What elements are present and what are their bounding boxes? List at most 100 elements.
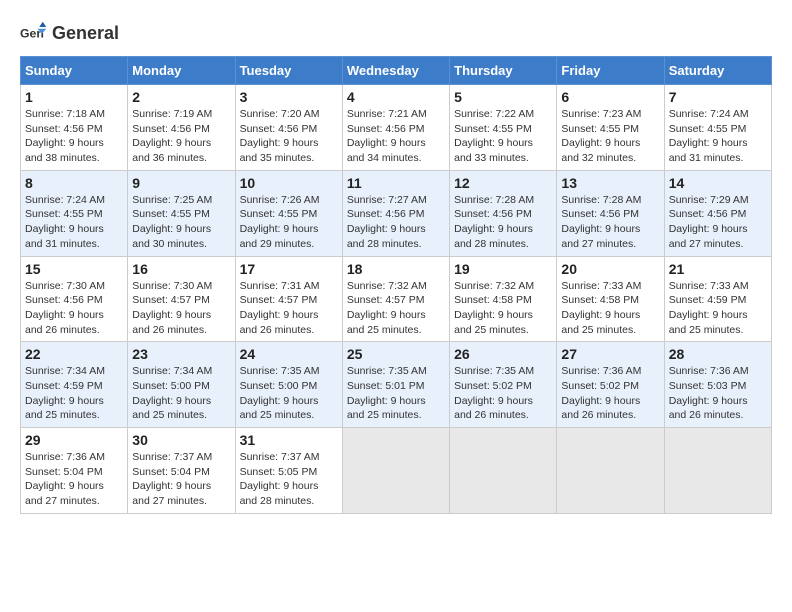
sunset-text: Sunset: 5:04 PM bbox=[25, 466, 103, 478]
day-number: 25 bbox=[347, 346, 445, 362]
daylight-label: Daylight: 9 hours and 27 minutes. bbox=[132, 480, 211, 507]
sunset-text: Sunset: 5:03 PM bbox=[669, 380, 747, 392]
sunrise-text: Sunrise: 7:23 AM bbox=[561, 108, 641, 120]
logo-icon: Gen bbox=[20, 20, 48, 48]
calendar-cell: 5Sunrise: 7:22 AMSunset: 4:55 PMDaylight… bbox=[450, 85, 557, 171]
sunrise-text: Sunrise: 7:24 AM bbox=[25, 194, 105, 206]
day-info: Sunrise: 7:35 AMSunset: 5:02 PMDaylight:… bbox=[454, 364, 552, 423]
calendar-cell: 15 Sunrise: 7:30 AM Sunset: 4:56 PM Dayligh… bbox=[21, 256, 128, 342]
day-info: Sunrise: 7:19 AMSunset: 4:56 PMDaylight:… bbox=[132, 107, 230, 166]
sunset-text: Sunset: 5:00 PM bbox=[240, 380, 318, 392]
calendar-cell: 20Sunrise: 7:33 AMSunset: 4:58 PMDayligh… bbox=[557, 256, 664, 342]
daylight-label: Daylight: 9 hours and 25 minutes. bbox=[454, 309, 533, 336]
logo: Gen General bbox=[20, 20, 119, 48]
sunset-text: Sunset: 4:55 PM bbox=[454, 123, 532, 135]
calendar-cell bbox=[557, 428, 664, 514]
sunset-text: Sunset: 4:56 PM bbox=[347, 123, 425, 135]
calendar-cell: 22Sunrise: 7:34 AMSunset: 4:59 PMDayligh… bbox=[21, 342, 128, 428]
sunset-text: Sunset: 4:56 PM bbox=[347, 208, 425, 220]
sunrise-text: Sunrise: 7:29 AM bbox=[669, 194, 749, 206]
sunset-text: Sunset: 4:58 PM bbox=[454, 294, 532, 306]
sunset-text: Sunset: 4:57 PM bbox=[240, 294, 318, 306]
day-number: 11 bbox=[347, 175, 445, 191]
calendar-cell: 18Sunrise: 7:32 AMSunset: 4:57 PMDayligh… bbox=[342, 256, 449, 342]
daylight-label: Daylight: 9 hours and 26 minutes. bbox=[561, 395, 640, 422]
sunrise-text: Sunrise: 7:27 AM bbox=[347, 194, 427, 206]
day-number: 3 bbox=[240, 89, 338, 105]
calendar-cell: 16Sunrise: 7:30 AMSunset: 4:57 PMDayligh… bbox=[128, 256, 235, 342]
daylight-label: Daylight: 9 hours and 36 minutes. bbox=[132, 137, 211, 164]
sunrise-text: Sunrise: 7:35 AM bbox=[240, 365, 320, 377]
calendar-cell: 19Sunrise: 7:32 AMSunset: 4:58 PMDayligh… bbox=[450, 256, 557, 342]
daylight-label: Daylight: 9 hours and 25 minutes. bbox=[240, 395, 319, 422]
sunrise-text: Sunrise: 7:26 AM bbox=[240, 194, 320, 206]
daylight-label: Daylight: 9 hours and 26 minutes. bbox=[25, 309, 104, 336]
day-number: 12 bbox=[454, 175, 552, 191]
day-info: Sunrise: 7:34 AMSunset: 5:00 PMDaylight:… bbox=[132, 364, 230, 423]
sunset-text: Sunset: 5:05 PM bbox=[240, 466, 318, 478]
sunset-text: Sunset: 4:56 PM bbox=[669, 208, 747, 220]
daylight-label: Daylight: 9 hours and 33 minutes. bbox=[454, 137, 533, 164]
day-info: Sunrise: 7:25 AMSunset: 4:55 PMDaylight:… bbox=[132, 193, 230, 252]
sunrise-text: Sunrise: 7:19 AM bbox=[132, 108, 212, 120]
day-number: 22 bbox=[25, 346, 123, 362]
sunrise-text: Sunrise: 7:33 AM bbox=[561, 280, 641, 292]
logo-text: General bbox=[52, 24, 119, 44]
day-info: Sunrise: 7:20 AMSunset: 4:56 PMDaylight:… bbox=[240, 107, 338, 166]
day-info: Sunrise: 7:35 AM Sunset: 5:00 PM Daylight:… bbox=[240, 364, 338, 423]
day-info: Sunrise: 7:23 AMSunset: 4:55 PMDaylight:… bbox=[561, 107, 659, 166]
daylight-label: Daylight: 9 hours and 26 minutes. bbox=[669, 395, 748, 422]
sunrise-text: Sunrise: 7:32 AM bbox=[454, 280, 534, 292]
day-header-monday: Monday bbox=[128, 57, 235, 85]
svg-text:Gen: Gen bbox=[20, 27, 44, 41]
day-number: 15 bbox=[25, 261, 123, 277]
sunrise-text: Sunrise: 7:28 AM bbox=[454, 194, 534, 206]
sunset-text: Sunset: 4:55 PM bbox=[25, 208, 103, 220]
sunset-text: Sunset: 5:01 PM bbox=[347, 380, 425, 392]
day-number: 4 bbox=[347, 89, 445, 105]
sunset-text: Sunset: 4:55 PM bbox=[240, 208, 318, 220]
sunrise-text: Sunrise: 7:34 AM bbox=[25, 365, 105, 377]
sunset-text: Sunset: 4:56 PM bbox=[454, 208, 532, 220]
sunset-text: Sunset: 4:56 PM bbox=[25, 294, 103, 306]
sunset-text: Sunset: 4:59 PM bbox=[669, 294, 747, 306]
day-info: Sunrise: 7:31 AMSunset: 4:57 PMDaylight:… bbox=[240, 279, 338, 338]
daylight-label: Daylight: 9 hours and 25 minutes. bbox=[25, 395, 104, 422]
day-number: 14 bbox=[669, 175, 767, 191]
day-header-thursday: Thursday bbox=[450, 57, 557, 85]
sunrise-text: Sunrise: 7:33 AM bbox=[669, 280, 749, 292]
sunset-text: Sunset: 4:55 PM bbox=[132, 208, 210, 220]
calendar-cell: 6Sunrise: 7:23 AMSunset: 4:55 PMDaylight… bbox=[557, 85, 664, 171]
day-number: 31 bbox=[240, 432, 338, 448]
calendar-cell: 9 Sunrise: 7:25 AMSunset: 4:55 PMDaylight… bbox=[128, 170, 235, 256]
sunrise-text: Sunrise: 7:18 AM bbox=[25, 108, 105, 120]
day-info: Sunrise: 7:30 AM Sunset: 4:56 PM Daylight:… bbox=[25, 279, 123, 338]
day-info: Sunrise: 7:24 AMSunset: 4:55 PMDaylight:… bbox=[669, 107, 767, 166]
calendar-week-row: 22Sunrise: 7:34 AMSunset: 4:59 PMDayligh… bbox=[21, 342, 772, 428]
calendar-cell: 27Sunrise: 7:36 AMSunset: 5:02 PMDayligh… bbox=[557, 342, 664, 428]
day-info: Sunrise: 7:33 AMSunset: 4:59 PMDaylight:… bbox=[669, 279, 767, 338]
daylight-label: Daylight: 9 hours and 25 minutes. bbox=[132, 395, 211, 422]
day-info: Sunrise: 7:18 AMSunset: 4:56 PMDaylight:… bbox=[25, 107, 123, 166]
daylight-label: Daylight: 9 hours and 27 minutes. bbox=[669, 223, 748, 250]
sunrise-text: Sunrise: 7:30 AM bbox=[132, 280, 212, 292]
calendar-cell: 28 Sunrise: 7:36 AMSunset: 5:03 PMDayligh… bbox=[664, 342, 771, 428]
day-number: 13 bbox=[561, 175, 659, 191]
day-number: 26 bbox=[454, 346, 552, 362]
daylight-label: Daylight: 9 hours and 34 minutes. bbox=[347, 137, 426, 164]
day-number: 9 bbox=[132, 175, 230, 191]
sunrise-text: Sunrise: 7:35 AM bbox=[347, 365, 427, 377]
sunrise-text: Sunrise: 7:22 AM bbox=[454, 108, 534, 120]
calendar-cell: 23Sunrise: 7:34 AMSunset: 5:00 PMDayligh… bbox=[128, 342, 235, 428]
calendar-week-row: 1Sunrise: 7:18 AMSunset: 4:56 PMDaylight… bbox=[21, 85, 772, 171]
day-header-sunday: Sunday bbox=[21, 57, 128, 85]
sunrise-text: Sunrise: 7:32 AM bbox=[347, 280, 427, 292]
day-number: 28 bbox=[669, 346, 767, 362]
day-info: Sunrise: 7:21 AMSunset: 4:56 PMDaylight:… bbox=[347, 107, 445, 166]
calendar-cell: 29Sunrise: 7:36 AMSunset: 5:04 PMDayligh… bbox=[21, 428, 128, 514]
sunrise-text: Sunrise: 7:31 AM bbox=[240, 280, 320, 292]
day-info: Sunrise: 7:36 AMSunset: 5:03 PMDaylight:… bbox=[669, 364, 767, 423]
calendar-cell: 2Sunrise: 7:19 AMSunset: 4:56 PMDaylight… bbox=[128, 85, 235, 171]
sunrise-text: Sunrise: 7:30 AM bbox=[25, 280, 105, 292]
sunrise-text: Sunrise: 7:37 AM bbox=[240, 451, 320, 463]
